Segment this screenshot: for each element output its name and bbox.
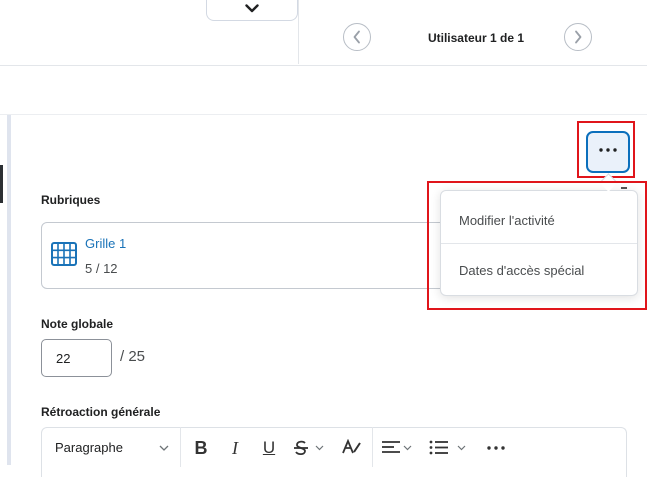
chevron-down-icon — [245, 3, 259, 12]
chevron-right-icon — [575, 30, 582, 44]
chevron-down-icon — [159, 445, 169, 451]
align-icon — [382, 441, 412, 453]
list-icon — [429, 440, 466, 455]
feedback-label: Rétroaction générale — [41, 405, 161, 419]
text-color-button[interactable] — [340, 434, 364, 462]
header-divider-line — [0, 65, 647, 66]
menu-item-special-access-dates[interactable]: Dates d'accès spécial — [441, 244, 637, 296]
more-tools-button[interactable] — [482, 434, 510, 462]
align-button[interactable] — [380, 434, 414, 462]
rubric-score: 5 / 12 — [85, 261, 118, 276]
context-menu: Modifier l'activité Dates d'accès spécia… — [440, 190, 638, 296]
paragraph-dropdown[interactable] — [156, 434, 172, 462]
user-navigation-text: Utilisateur 1 de 1 — [427, 31, 525, 45]
toolbar-separator — [372, 427, 373, 467]
panel-gutter-marker — [0, 165, 3, 203]
underline-button[interactable]: U — [258, 434, 280, 462]
list-button[interactable] — [428, 434, 468, 462]
menu-item-edit-activity[interactable]: Modifier l'activité — [441, 194, 637, 246]
panel-gutter — [7, 115, 11, 465]
italic-button[interactable]: I — [225, 434, 245, 462]
grade-max: / 25 — [120, 348, 146, 365]
rubric-card[interactable] — [41, 222, 461, 289]
rubrics-label: Rubriques — [41, 193, 101, 207]
toolbar-separator — [180, 427, 181, 467]
strikethrough-button[interactable] — [292, 434, 326, 462]
grid-icon — [51, 242, 77, 266]
paragraph-select[interactable]: Paragraphe — [55, 440, 123, 455]
rubric-name-link[interactable]: Grille 1 — [85, 236, 126, 251]
overall-grade-input[interactable] — [41, 339, 112, 377]
collapse-button[interactable] — [206, 0, 298, 21]
strikethrough-icon — [294, 440, 324, 456]
more-options-button[interactable] — [586, 131, 630, 173]
next-user-button[interactable] — [564, 23, 592, 51]
editor-toolbar — [41, 427, 627, 477]
previous-user-button[interactable] — [343, 23, 371, 51]
section-divider-line — [0, 114, 647, 115]
overall-grade-label: Note globale — [41, 317, 114, 331]
text-color-icon — [342, 439, 361, 454]
chevron-left-icon — [353, 30, 360, 44]
bold-button[interactable]: B — [190, 434, 212, 462]
collapsed-indicator — [621, 187, 627, 189]
ellipsis-icon — [599, 148, 617, 152]
header-divider — [298, 0, 299, 64]
more-icon — [487, 446, 505, 450]
